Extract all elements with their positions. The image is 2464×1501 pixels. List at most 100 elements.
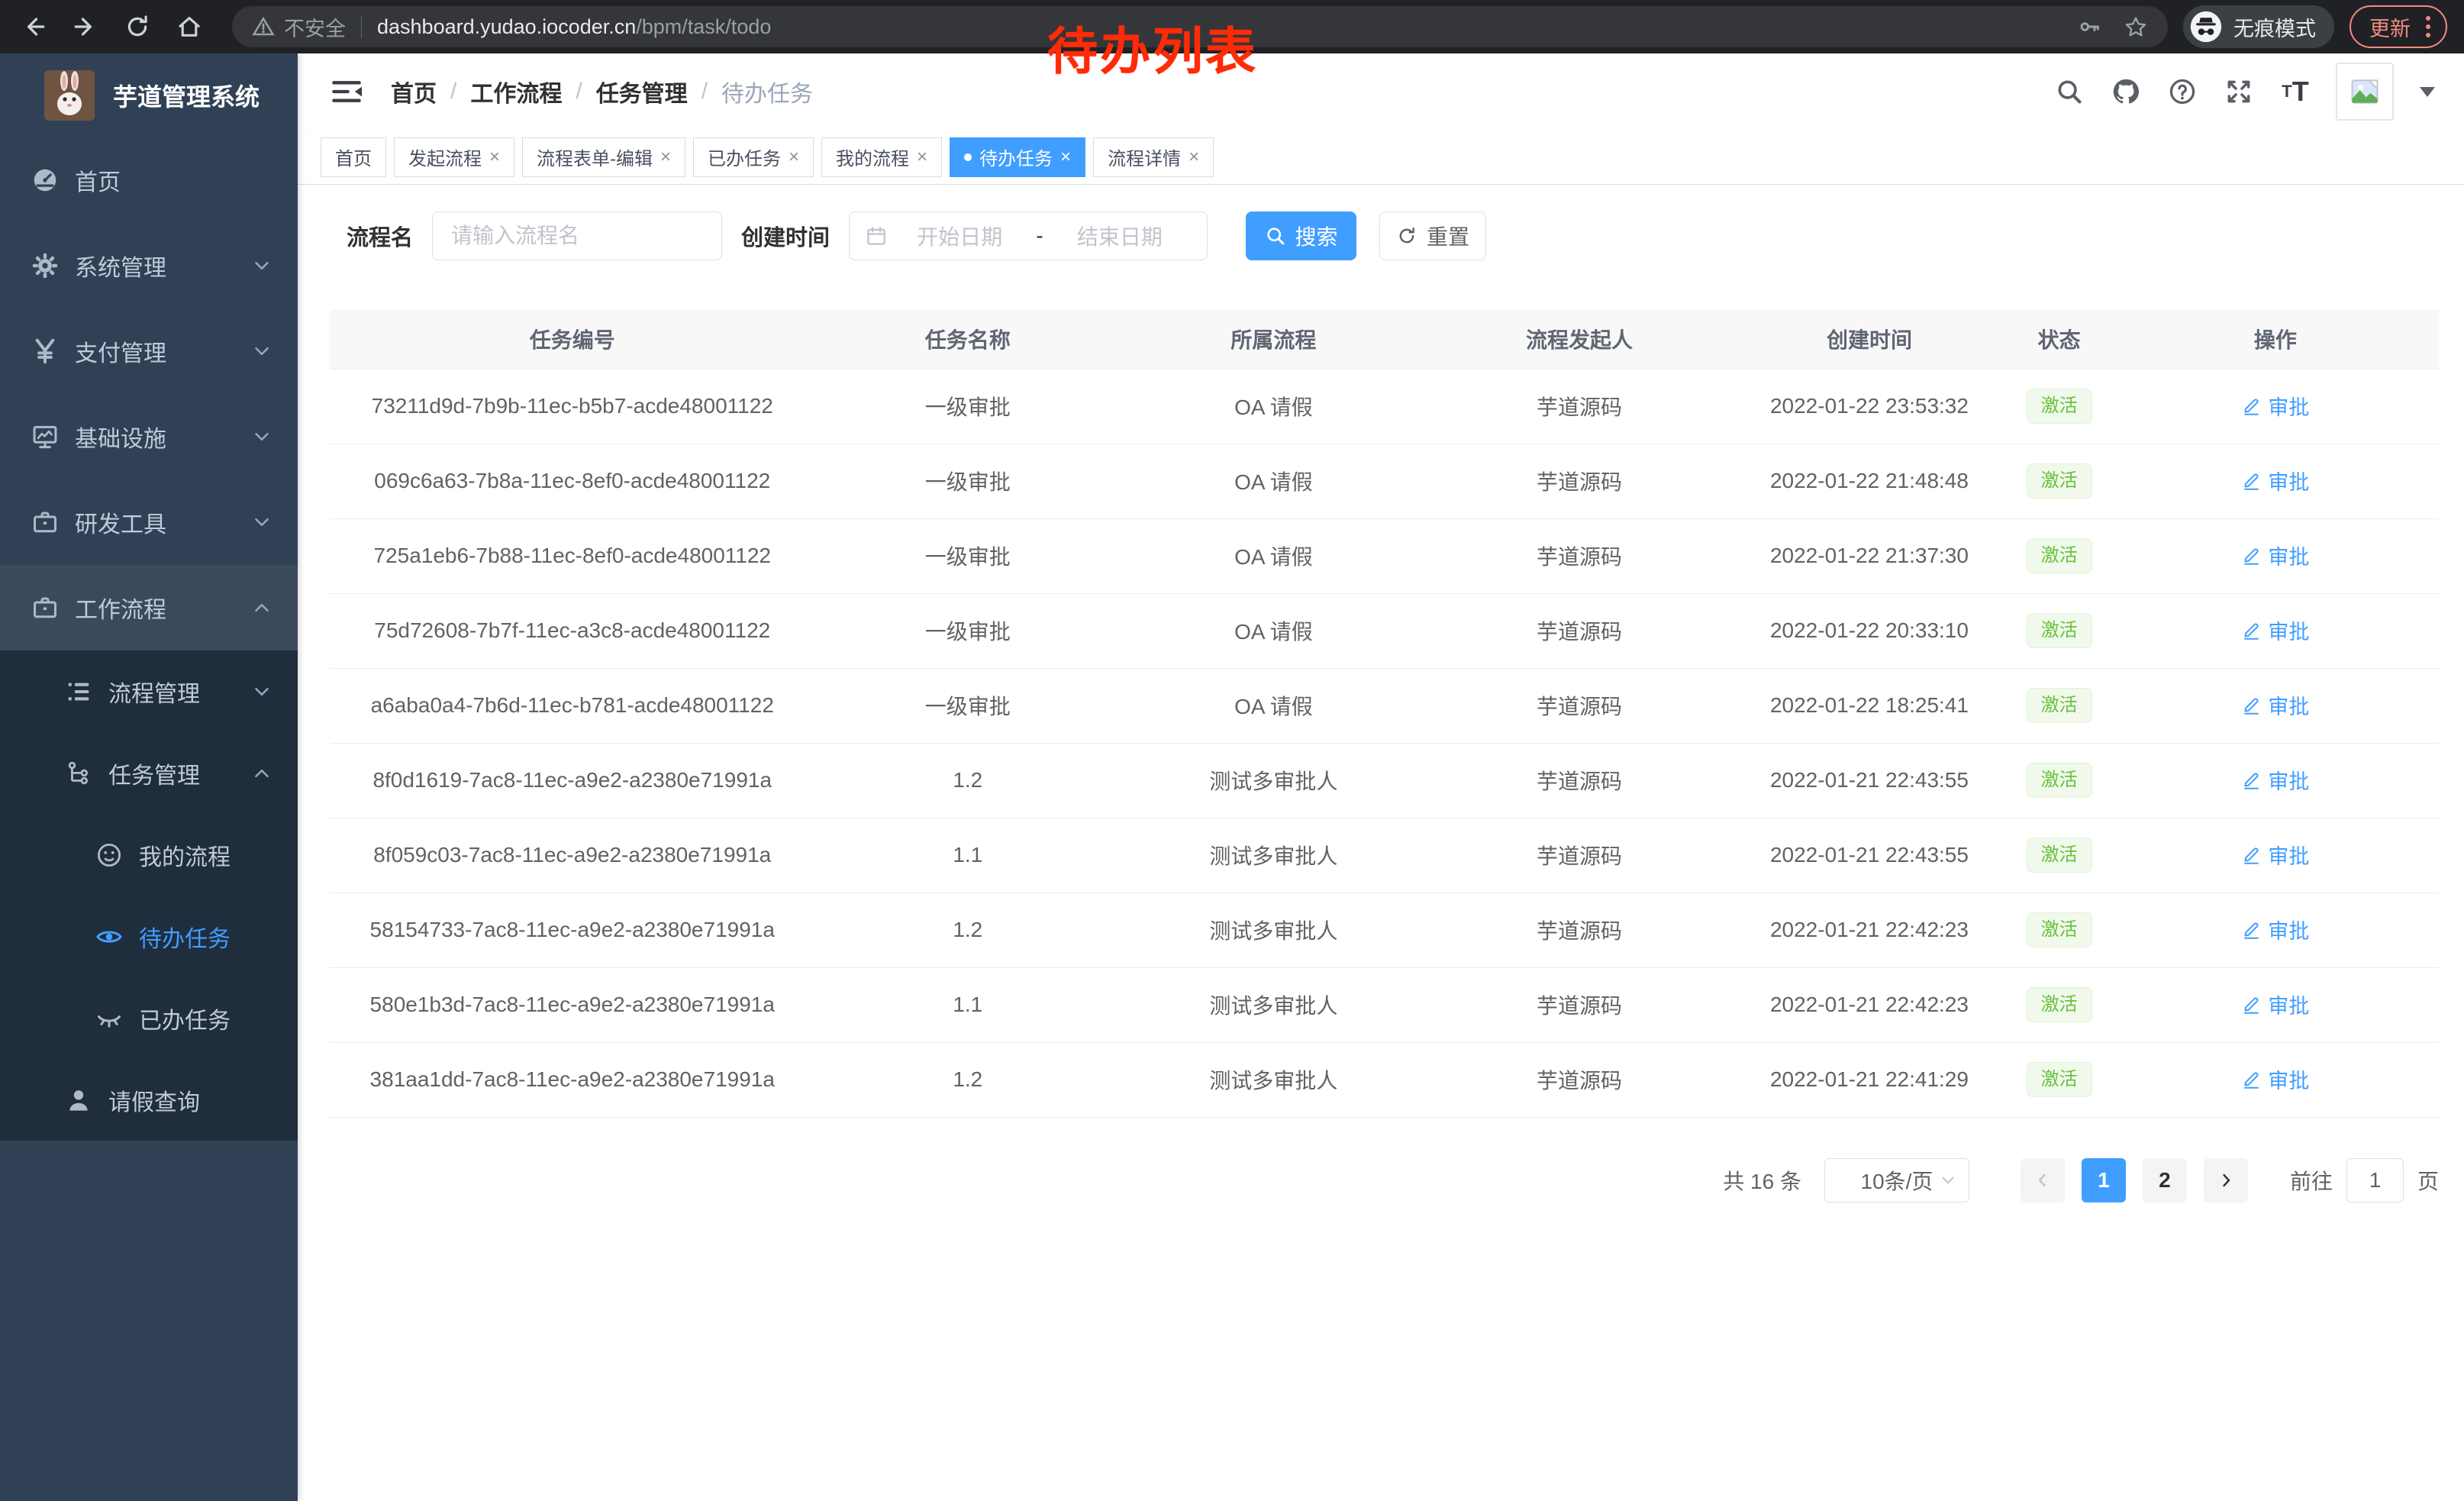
initiator-cell: 芋道源码 bbox=[1427, 967, 1733, 1042]
dashboard-icon bbox=[31, 166, 60, 195]
omnibox-divider bbox=[361, 15, 362, 38]
process-name-input[interactable] bbox=[432, 211, 722, 260]
fullscreen-icon[interactable] bbox=[2223, 76, 2255, 108]
breadcrumb-home[interactable]: 首页 bbox=[391, 75, 437, 108]
action-cell: 审批 bbox=[2112, 1042, 2439, 1117]
tab-0[interactable]: 首页 bbox=[321, 137, 386, 177]
avatar[interactable] bbox=[2336, 63, 2394, 121]
approve-link[interactable]: 审批 bbox=[2241, 690, 2309, 720]
close-icon[interactable]: × bbox=[660, 148, 671, 166]
close-icon[interactable]: × bbox=[1060, 148, 1071, 166]
not-secure-warning-icon bbox=[252, 15, 275, 38]
search-button[interactable]: 搜索 bbox=[1246, 211, 1356, 260]
status-badge: 激活 bbox=[2027, 763, 2092, 798]
update-button[interactable]: 更新 bbox=[2350, 5, 2447, 48]
initiator-cell: 芋道源码 bbox=[1427, 743, 1733, 818]
tags-bar: 首页发起流程×流程表单-编辑×已办任务×我的流程×待办任务×流程详情× bbox=[298, 130, 2464, 185]
approve-link[interactable]: 审批 bbox=[2241, 840, 2309, 870]
briefcase-icon bbox=[31, 508, 60, 537]
approve-link[interactable]: 审批 bbox=[2241, 765, 2309, 795]
goto-page-input[interactable] bbox=[2346, 1158, 2404, 1202]
status-cell: 激活 bbox=[2007, 444, 2112, 518]
approve-link[interactable]: 审批 bbox=[2241, 615, 2309, 645]
close-icon[interactable]: × bbox=[489, 148, 500, 166]
create-time-label: 创建时间 bbox=[741, 220, 830, 252]
sidebar-item-infra[interactable]: 基础设施 bbox=[0, 394, 298, 479]
edit-icon bbox=[2241, 844, 2262, 865]
yen-icon bbox=[31, 337, 60, 366]
sidebar-item-home[interactable]: 首页 bbox=[0, 137, 298, 223]
close-icon[interactable]: × bbox=[917, 148, 927, 166]
close-icon[interactable]: × bbox=[789, 148, 799, 166]
bookmark-star-icon[interactable] bbox=[2124, 15, 2148, 39]
search-icon[interactable] bbox=[2053, 76, 2085, 108]
sidebar-item-my-process[interactable]: 我的流程 bbox=[0, 814, 298, 896]
sidebar-item-payment[interactable]: 支付管理 bbox=[0, 308, 298, 394]
action-cell: 审批 bbox=[2112, 967, 2439, 1042]
home-icon[interactable] bbox=[173, 10, 206, 44]
column-header: 所属流程 bbox=[1121, 309, 1427, 369]
task-id-cell: 580e1b3d-7ac8-11ec-a9e2-a2380e71991a bbox=[330, 967, 814, 1042]
app-logo-row[interactable]: 芋道管理系统 bbox=[0, 53, 298, 137]
key-icon[interactable] bbox=[2078, 15, 2102, 39]
help-icon[interactable] bbox=[2166, 76, 2198, 108]
approve-link[interactable]: 审批 bbox=[2241, 915, 2309, 944]
page-size-select[interactable]: 10条/页 bbox=[1824, 1158, 1969, 1202]
tab-2[interactable]: 流程表单-编辑× bbox=[522, 137, 685, 177]
reload-icon[interactable] bbox=[121, 10, 154, 44]
next-page-button[interactable] bbox=[2204, 1158, 2248, 1202]
page-button-2[interactable]: 2 bbox=[2143, 1158, 2187, 1202]
main-content: 流程名 创建时间 开始日期 - 结束日期 搜索 重置 任务编号任务名称所属流程流… bbox=[298, 185, 2464, 1501]
task-id-cell: 725a1eb6-7b88-11ec-8ef0-acde48001122 bbox=[330, 518, 814, 593]
sidebar-item-devtools[interactable]: 研发工具 bbox=[0, 479, 298, 565]
task-id-cell: 8f0d1619-7ac8-11ec-a9e2-a2380e71991a bbox=[330, 743, 814, 818]
reset-button[interactable]: 重置 bbox=[1379, 211, 1486, 260]
user-icon bbox=[64, 1086, 93, 1115]
sidebar-item-system[interactable]: 系统管理 bbox=[0, 223, 298, 308]
avatar-dropdown-icon[interactable] bbox=[2420, 87, 2435, 97]
process-cell: OA 请假 bbox=[1121, 593, 1427, 668]
sidebar-item-workflow[interactable]: 工作流程 bbox=[0, 565, 298, 650]
sidebar-item-task-mgmt[interactable]: 任务管理 bbox=[0, 732, 298, 814]
breadcrumb-task-mgmt[interactable]: 任务管理 bbox=[596, 75, 688, 108]
tab-6[interactable]: 流程详情× bbox=[1093, 137, 1214, 177]
table-row: 8f059c03-7ac8-11ec-a9e2-a2380e71991a1.1测… bbox=[330, 818, 2439, 893]
approve-link[interactable]: 审批 bbox=[2241, 466, 2309, 495]
close-icon[interactable]: × bbox=[1188, 148, 1199, 166]
sidebar-item-leave-query[interactable]: 请假查询 bbox=[0, 1059, 298, 1141]
gear-icon bbox=[31, 251, 60, 280]
sidebar-collapse-icon[interactable] bbox=[330, 76, 363, 107]
task-name-cell: 1.2 bbox=[814, 1042, 1121, 1117]
breadcrumb-workflow[interactable]: 工作流程 bbox=[470, 75, 562, 108]
sidebar-item-process-mgmt[interactable]: 流程管理 bbox=[0, 650, 298, 732]
tab-3[interactable]: 已办任务× bbox=[693, 137, 814, 177]
approve-link[interactable]: 审批 bbox=[2241, 989, 2309, 1019]
approve-link[interactable]: 审批 bbox=[2241, 1064, 2309, 1094]
incognito-badge: 无痕模式 bbox=[2183, 5, 2334, 48]
page-button-1[interactable]: 1 bbox=[2082, 1158, 2126, 1202]
sidebar-item-done-task[interactable]: 已办任务 bbox=[0, 977, 298, 1059]
approve-link[interactable]: 审批 bbox=[2241, 391, 2309, 421]
initiator-cell: 芋道源码 bbox=[1427, 668, 1733, 743]
tab-1[interactable]: 发起流程× bbox=[394, 137, 514, 177]
column-header: 流程发起人 bbox=[1427, 309, 1733, 369]
date-range-input[interactable]: 开始日期 - 结束日期 bbox=[849, 211, 1208, 260]
status-cell: 激活 bbox=[2007, 668, 2112, 743]
approve-link[interactable]: 审批 bbox=[2241, 541, 2309, 570]
browser-menu-icon[interactable] bbox=[2423, 13, 2433, 40]
prev-page-button[interactable] bbox=[2021, 1158, 2065, 1202]
tab-4[interactable]: 我的流程× bbox=[821, 137, 942, 177]
tab-active-5[interactable]: 待办任务× bbox=[950, 137, 1085, 177]
github-icon[interactable] bbox=[2110, 76, 2142, 108]
org-tree-icon bbox=[64, 759, 93, 788]
pagination-total: 共 16 条 bbox=[1723, 1165, 1801, 1196]
sidebar-item-todo-task[interactable]: 待办任务 bbox=[0, 896, 298, 977]
created-cell: 2022-01-21 22:42:23 bbox=[1732, 893, 2006, 967]
font-size-icon[interactable]: TT bbox=[2279, 76, 2311, 108]
process-cell: OA 请假 bbox=[1121, 369, 1427, 444]
back-icon[interactable] bbox=[17, 10, 50, 44]
table-row: 8f0d1619-7ac8-11ec-a9e2-a2380e71991a1.2测… bbox=[330, 743, 2439, 818]
process-cell: 测试多审批人 bbox=[1121, 818, 1427, 893]
forward-icon[interactable] bbox=[69, 10, 102, 44]
created-cell: 2022-01-22 23:53:32 bbox=[1732, 369, 2006, 444]
